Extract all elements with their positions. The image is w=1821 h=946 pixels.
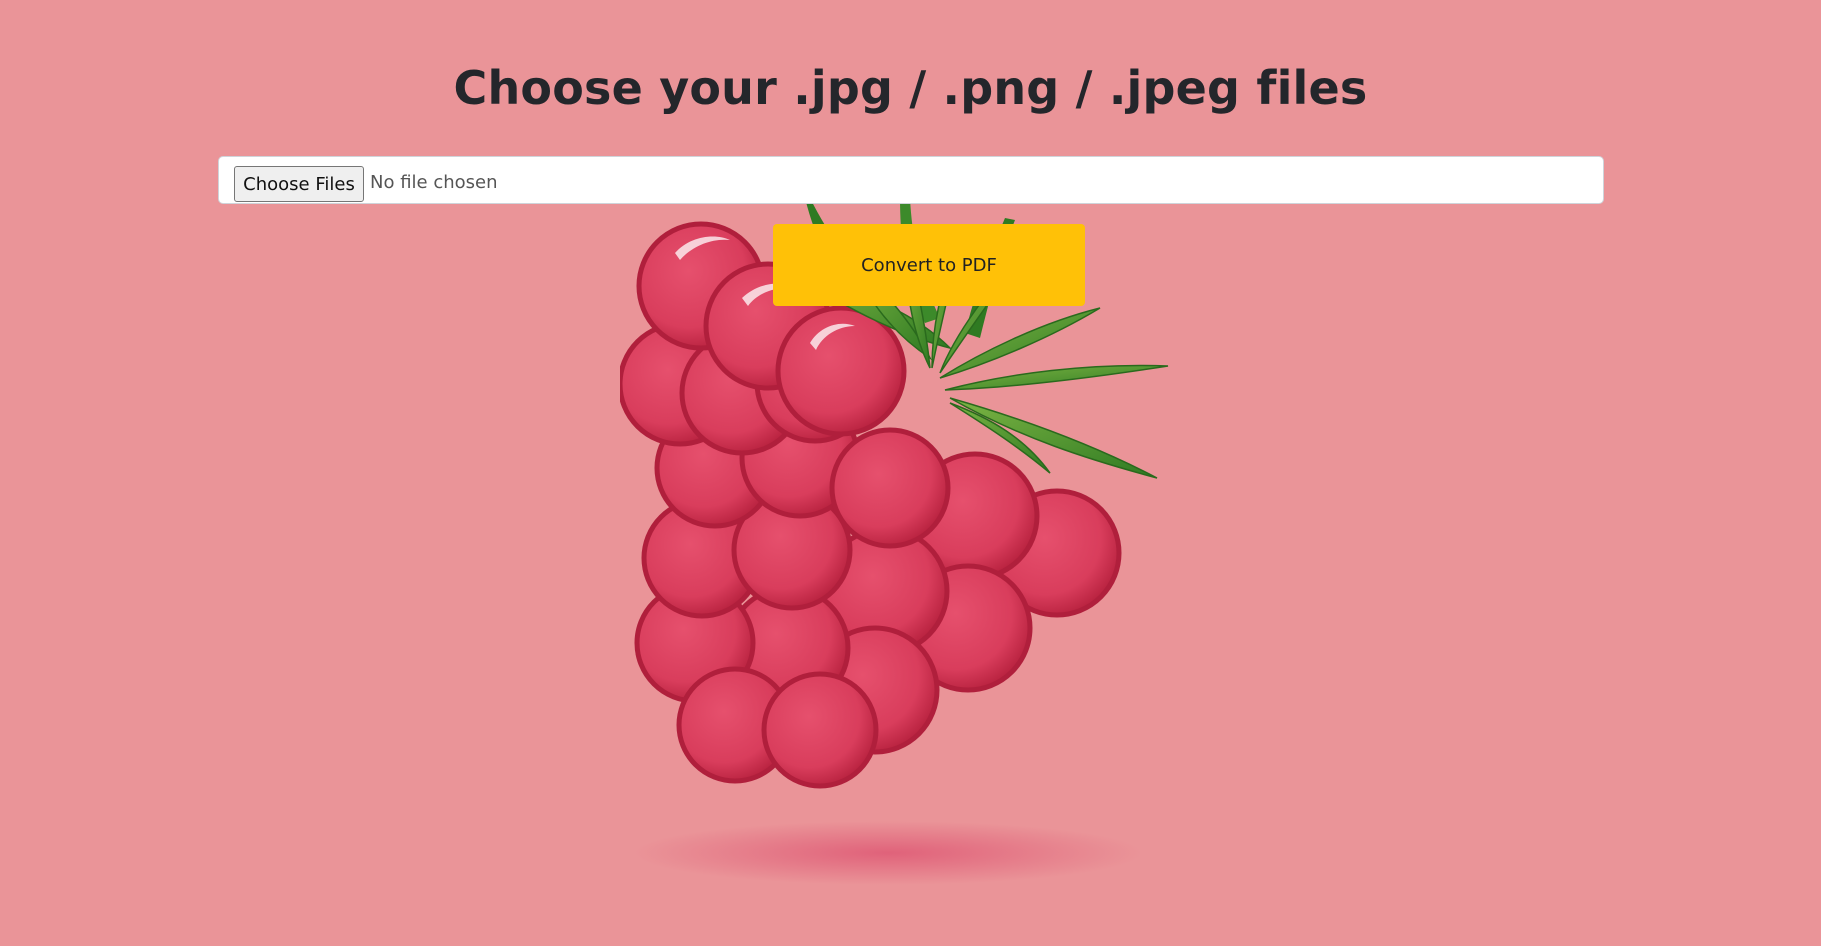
page-title: Choose your .jpg / .png / .jpeg files: [453, 61, 1368, 115]
file-status-text: No file chosen: [370, 172, 498, 193]
page-background: Choose your .jpg / .png / .jpeg files Ch…: [0, 0, 1821, 946]
choose-files-button[interactable]: Choose Files: [234, 166, 364, 202]
file-input[interactable]: Choose Files No file chosen: [218, 156, 1604, 204]
convert-to-pdf-button[interactable]: Convert to PDF: [773, 224, 1085, 306]
